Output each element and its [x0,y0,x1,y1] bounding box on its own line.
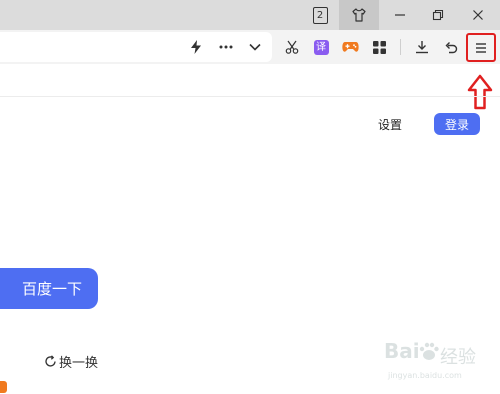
restore-button[interactable] [425,0,451,30]
refresh-icon [45,355,56,367]
header-divider [0,96,500,97]
search-button[interactable]: 百度一下 [0,268,98,309]
lightning-button[interactable] [186,30,206,64]
undo-button[interactable] [441,30,461,64]
tshirt-icon [352,8,366,22]
watermark-brand-cn: 经验 [440,347,476,368]
tab-count-badge: 2 [312,6,328,24]
watermark-url: jingyan.baidu.com [388,371,462,380]
game-button[interactable] [340,30,360,64]
toolbar-divider [400,39,401,55]
scissors-icon [285,40,299,54]
more-button[interactable] [215,30,237,64]
browser-toolbar: 译 [0,30,500,64]
more-dots-icon [219,45,233,49]
main-menu-button[interactable] [466,33,496,62]
gamepad-icon [341,42,359,52]
paw-icon [419,342,439,360]
download-icon [416,41,428,54]
download-button[interactable] [412,30,432,64]
refresh-label: 换一换 [59,356,99,371]
corner-badge [0,381,7,393]
menu-icon [476,42,486,53]
close-button[interactable] [465,0,491,30]
restore-icon [432,9,444,21]
translate-icon: 译 [313,39,329,55]
refresh-link[interactable]: 换一换 [44,352,98,371]
watermark-brand: Bai [384,339,420,363]
lightning-icon [191,40,201,54]
close-icon [473,10,483,20]
apps-grid-icon [372,40,386,54]
up-arrow-annotation-icon [467,74,493,110]
baidu-jingyan-watermark: Bai 经验 jingyan.baidu.com [380,335,490,385]
skin-button[interactable] [339,0,379,30]
dropdown-button[interactable] [245,30,265,64]
title-bar: 2 [0,0,500,30]
tab-count-button[interactable]: 2 [310,0,330,30]
login-button[interactable]: 登录 [434,113,480,135]
minimize-icon [395,14,405,16]
undo-icon [445,41,458,53]
screenshot-button[interactable] [282,30,302,64]
settings-link[interactable]: 设置 [378,116,402,133]
minimize-button[interactable] [388,0,412,30]
translate-button[interactable]: 译 [311,30,331,64]
apps-button[interactable] [369,30,389,64]
chevron-down-icon [249,43,261,51]
